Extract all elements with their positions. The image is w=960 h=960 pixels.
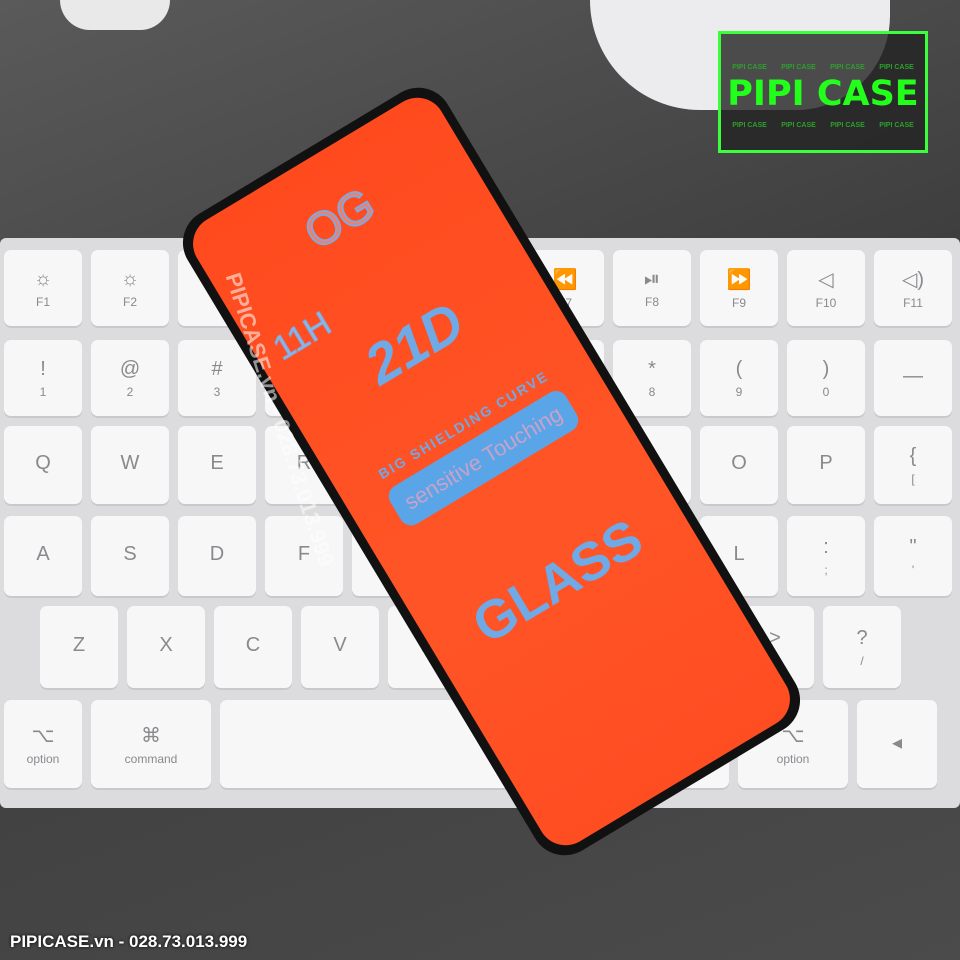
logo-text: PIPI CASE xyxy=(727,74,919,114)
key: ? / xyxy=(823,606,901,688)
key: O xyxy=(700,426,778,504)
logo-small-text: PIPI CASE xyxy=(879,64,914,71)
key-label: P xyxy=(819,451,833,474)
key-sublabel: F8 xyxy=(644,294,659,309)
key-sublabel: option xyxy=(26,751,60,766)
key: {[ xyxy=(874,426,952,504)
key-sublabel: 9 xyxy=(735,384,743,399)
key-sublabel: 2 xyxy=(126,384,134,399)
key-label: ( xyxy=(735,357,743,380)
key-label: ⌘ xyxy=(141,724,161,747)
key: ☼ F1 xyxy=(4,250,82,326)
key-label: ☼ xyxy=(33,267,53,290)
logo-small-text: PIPI CASE xyxy=(830,64,865,71)
key-label: ⌥ xyxy=(31,724,55,747)
key-label: A xyxy=(36,542,50,565)
key-sublabel: ; xyxy=(824,562,828,577)
logo-small-text: PIPI CASE xyxy=(732,122,767,129)
key: ⏯ F8 xyxy=(613,250,691,326)
key-label: # xyxy=(211,357,223,380)
key-label: ◁) xyxy=(901,268,925,291)
key-sublabel: option xyxy=(776,751,810,766)
key-label: ⏩ xyxy=(726,268,752,291)
key: P xyxy=(787,426,865,504)
logo-small-text: PIPI CASE xyxy=(732,64,767,71)
logo-small-text: PIPI CASE xyxy=(879,122,914,129)
key-sublabel: 1 xyxy=(39,384,47,399)
key: D xyxy=(178,516,256,596)
key: @2 xyxy=(91,340,169,416)
key-label: : xyxy=(823,535,829,558)
key-label: O xyxy=(731,451,747,474)
key-label: @ xyxy=(119,357,141,380)
key-sublabel: 3 xyxy=(213,384,221,399)
key-label: ◂ xyxy=(891,731,903,754)
key-label: W xyxy=(120,451,140,474)
key-sublabel: F2 xyxy=(122,294,137,309)
key-sublabel: F10 xyxy=(815,295,837,310)
key: A xyxy=(4,516,82,596)
key: ⌥ option xyxy=(4,700,82,788)
key: X xyxy=(127,606,205,688)
logo-small-text: PIPI CASE xyxy=(830,122,865,129)
key-label: ? xyxy=(856,626,868,649)
key-label: ! xyxy=(40,357,46,380)
logo: PIPI CASE PIPI CASE PIPI CASE PIPI CASE PIP… xyxy=(718,31,928,153)
key: (9 xyxy=(700,340,778,416)
key-label: X xyxy=(159,633,173,656)
key: ⌘ command xyxy=(91,700,211,788)
key-label: * xyxy=(648,357,656,380)
logo-small-row: PIPI CASE PIPI CASE PIPI CASE PIPI CASE xyxy=(725,122,921,129)
key-label: ☼ xyxy=(120,267,140,290)
key-sublabel: 8 xyxy=(648,384,656,399)
key-label: L xyxy=(733,542,745,565)
key-label: — xyxy=(903,364,923,387)
key-label: C xyxy=(245,633,261,656)
key: ◁) F11 xyxy=(874,250,952,326)
key: ) 0 xyxy=(787,340,865,416)
key-label: ◁ xyxy=(818,268,834,291)
key: Z xyxy=(40,606,118,688)
key: ! 1 xyxy=(4,340,82,416)
key-sublabel: F1 xyxy=(35,294,50,309)
key-sublabel: F9 xyxy=(731,295,746,310)
key-sublabel: command xyxy=(124,751,178,766)
key-label: Q xyxy=(35,451,51,474)
glass-print: GLASS xyxy=(462,508,653,656)
mouse-left xyxy=(60,0,170,30)
key: — xyxy=(874,340,952,416)
key-sublabel: / xyxy=(860,653,864,668)
key-sublabel: F11 xyxy=(903,295,923,310)
key-label: D xyxy=(209,542,225,565)
key: " ' xyxy=(874,516,952,596)
key: E xyxy=(178,426,256,504)
key: C xyxy=(214,606,292,688)
key-label: ⏯ xyxy=(644,267,660,290)
key-sublabel: [ xyxy=(911,471,915,486)
key-sublabel: ' xyxy=(911,562,915,577)
key-label: Z xyxy=(72,633,86,656)
key-label: ) xyxy=(822,357,830,380)
bottom-watermark: PIPICASE.vn - 028.73.013.999 xyxy=(10,932,248,951)
key-label: S xyxy=(123,542,137,565)
key-label: { xyxy=(909,444,917,467)
logo-small-row: PIPI CASE PIPI CASE PIPI CASE PIPI CASE xyxy=(725,64,921,71)
key: S xyxy=(91,516,169,596)
key: ⏩ F9 xyxy=(700,250,778,326)
key: Q xyxy=(4,426,82,504)
key-label: " xyxy=(909,535,917,558)
key-sublabel: 0 xyxy=(822,384,830,399)
key: ◁ F10 xyxy=(787,250,865,326)
key: W xyxy=(91,426,169,504)
key-label: E xyxy=(210,451,224,474)
key: ☼ F2 xyxy=(91,250,169,326)
key: :; xyxy=(787,516,865,596)
logo-small-text: PIPI CASE xyxy=(781,122,816,129)
key: ◂ xyxy=(857,700,937,788)
logo-small-text: PIPI CASE xyxy=(781,64,816,71)
